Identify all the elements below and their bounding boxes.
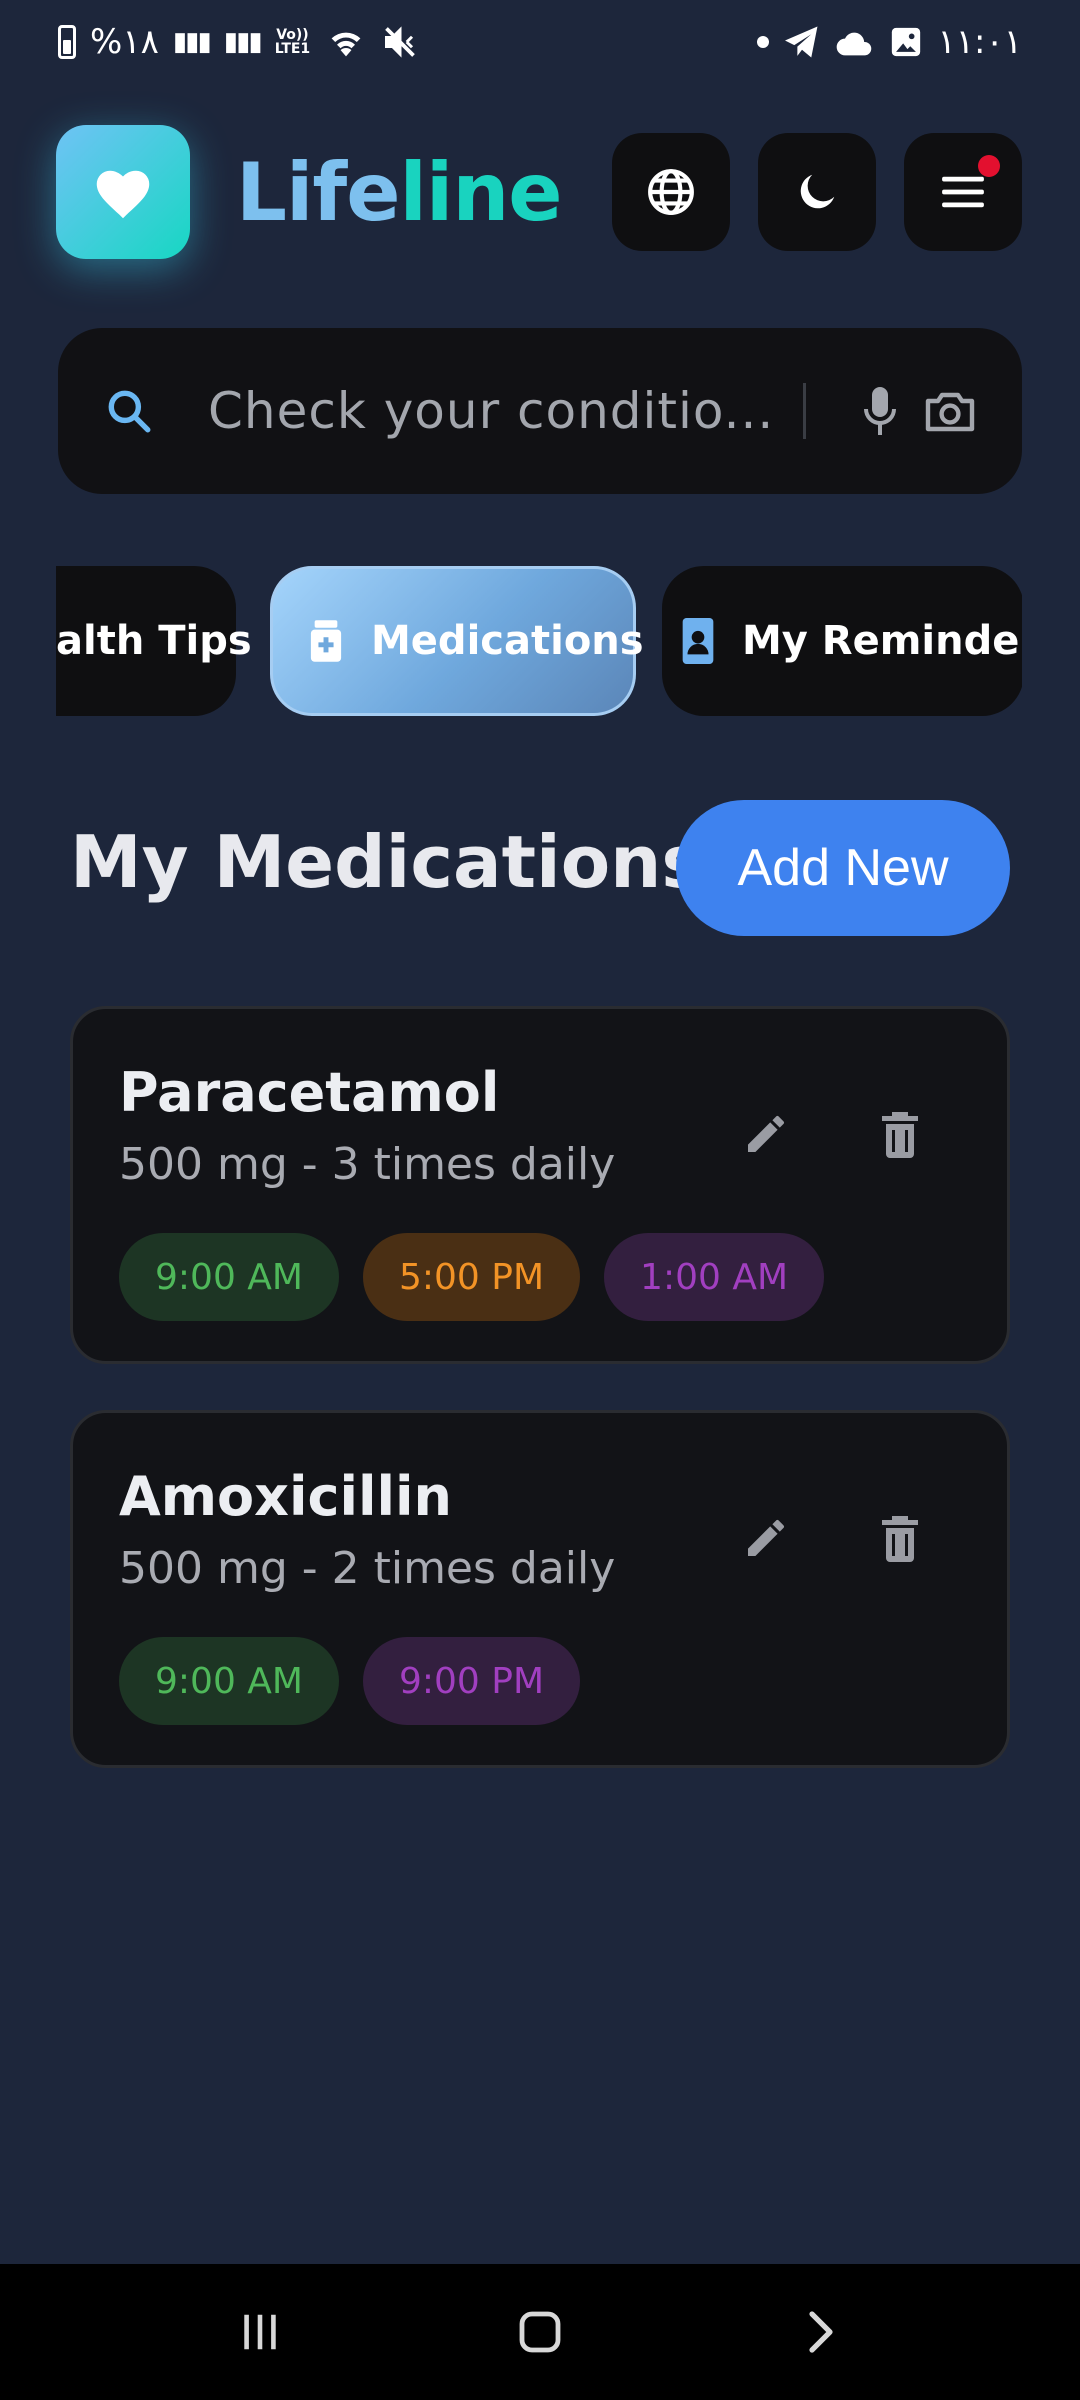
edit-button[interactable] bbox=[731, 1099, 801, 1169]
tab-health-tips[interactable]: alth Tips bbox=[56, 566, 252, 716]
pencil-icon bbox=[748, 1116, 784, 1152]
search-divider bbox=[803, 383, 806, 439]
volte-icon: Vo)) LTE1 bbox=[274, 27, 311, 57]
signal-icon-2: ▮▮▮ bbox=[223, 27, 263, 57]
voice-search-button[interactable] bbox=[860, 385, 900, 437]
gallery-icon bbox=[892, 27, 921, 57]
menu-button[interactable] bbox=[904, 133, 1022, 251]
time-chips: 9:00 AM 5:00 PM 1:00 AM bbox=[119, 1233, 825, 1321]
medication-card: Paracetamol 500 mg - 3 times daily 9:00 … bbox=[70, 1006, 1010, 1364]
notification-dot-icon bbox=[757, 36, 770, 48]
search-bar[interactable]: Check your conditio... bbox=[58, 328, 1022, 494]
notification-badge bbox=[978, 155, 1000, 177]
trash-icon bbox=[882, 1516, 918, 1562]
medication-card: Amoxicillin 500 mg - 2 times daily 9:00 … bbox=[70, 1410, 1010, 1768]
medicine-bottle-icon bbox=[309, 620, 343, 662]
heart-icon bbox=[96, 170, 150, 219]
tab-health-tips-label: alth Tips bbox=[56, 618, 252, 664]
medication-name: Amoxicillin bbox=[119, 1465, 452, 1528]
cloud-icon bbox=[837, 32, 872, 56]
home-icon bbox=[519, 2311, 561, 2353]
delete-button[interactable] bbox=[865, 1503, 935, 1573]
delete-button[interactable] bbox=[865, 1099, 935, 1169]
battery-percent: %١٨ bbox=[90, 22, 159, 62]
language-button[interactable] bbox=[612, 133, 730, 251]
medication-dose: 500 mg - 2 times daily bbox=[119, 1543, 616, 1594]
recent-apps-button[interactable] bbox=[215, 2287, 305, 2377]
time-chip: 9:00 AM bbox=[119, 1637, 339, 1725]
time-chip: 9:00 PM bbox=[362, 1637, 581, 1725]
camera-search-button[interactable] bbox=[924, 389, 976, 433]
camera-icon bbox=[925, 392, 975, 432]
trash-icon bbox=[882, 1112, 918, 1158]
wifi-icon bbox=[331, 32, 361, 57]
medication-name: Paracetamol bbox=[119, 1061, 500, 1124]
tab-medications[interactable]: Medications bbox=[270, 566, 644, 716]
app-title-part1: Life bbox=[236, 145, 400, 239]
search-input[interactable]: Check your conditio... bbox=[208, 382, 785, 440]
system-nav-bar bbox=[0, 2264, 1080, 2400]
edit-button[interactable] bbox=[731, 1503, 801, 1573]
page-title: My Medications bbox=[70, 820, 705, 904]
category-tabs: alth Tips Medications My Reminders bbox=[56, 564, 1022, 718]
globe-icon bbox=[648, 169, 694, 215]
app-header: Lifeline bbox=[56, 124, 1022, 260]
recent-apps-icon bbox=[244, 2314, 276, 2350]
contact-card-icon bbox=[682, 618, 714, 664]
chevron-right-icon bbox=[809, 2311, 833, 2353]
time-chip: 1:00 AM bbox=[604, 1233, 825, 1321]
search-icon bbox=[108, 390, 151, 433]
menu-icon bbox=[942, 176, 984, 208]
app-logo bbox=[56, 125, 190, 259]
theme-toggle-button[interactable] bbox=[758, 133, 876, 251]
status-bar: %١٨ ▮▮▮ ▮▮▮ Vo)) LTE1 ١١:٠١ bbox=[0, 0, 1080, 84]
clock: ١١:٠١ bbox=[937, 22, 1022, 62]
back-button[interactable] bbox=[775, 2287, 865, 2377]
add-new-button[interactable]: Add New bbox=[676, 800, 1010, 936]
time-chip: 5:00 PM bbox=[362, 1233, 581, 1321]
app-title-part2: line bbox=[399, 145, 562, 239]
home-button[interactable] bbox=[495, 2287, 585, 2377]
app-title: Lifeline bbox=[236, 145, 563, 239]
tab-my-reminders-label: My Reminders bbox=[742, 618, 1022, 664]
moon-icon bbox=[800, 174, 835, 209]
time-chip: 9:00 AM bbox=[119, 1233, 339, 1321]
tab-medications-label: Medications bbox=[371, 618, 644, 664]
signal-icon: ▮▮▮ bbox=[172, 27, 212, 57]
battery-icon bbox=[58, 25, 76, 59]
microphone-icon bbox=[864, 387, 896, 435]
time-chips: 9:00 AM 9:00 PM bbox=[119, 1637, 581, 1725]
tab-my-reminders[interactable]: My Reminders bbox=[662, 566, 1022, 716]
mute-icon bbox=[385, 26, 416, 58]
medication-dose: 500 mg - 3 times daily bbox=[119, 1139, 616, 1190]
pencil-icon bbox=[748, 1520, 784, 1556]
telegram-icon bbox=[785, 26, 818, 58]
